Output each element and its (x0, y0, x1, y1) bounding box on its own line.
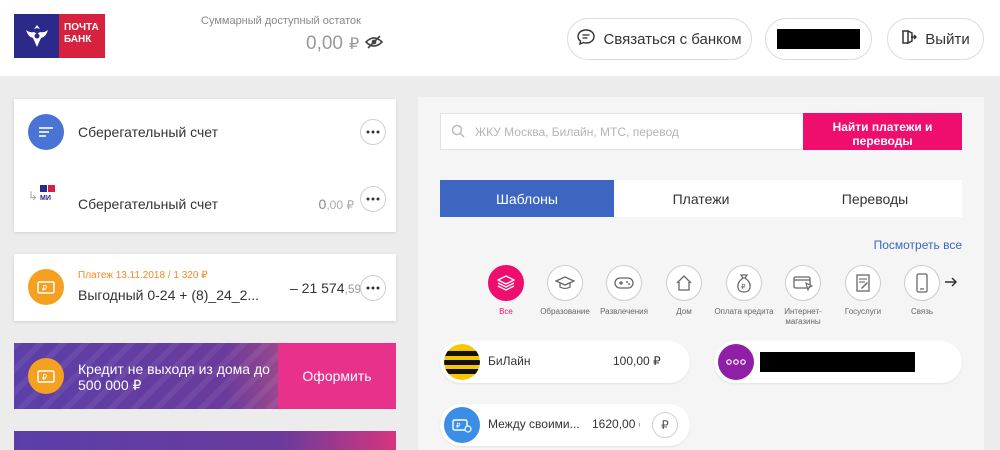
credit-name: Выгодный 0-24 + (8)_24_2... (78, 287, 260, 303)
beeline-logo-icon (444, 344, 480, 380)
account-more-button[interactable] (360, 186, 386, 212)
total-balance-value: 0,00 ₽ (306, 33, 384, 55)
savings-account-row[interactable]: Сберегательный счет (14, 99, 396, 165)
apply-button[interactable]: Оформить (278, 343, 396, 409)
redacted-template-name (760, 352, 915, 372)
account-balance-frac: ,00 ₽ (326, 198, 354, 212)
category-label: Интернет-магазины (784, 307, 822, 326)
category-entertainment[interactable]: Развлечения (593, 265, 655, 317)
find-payments-button[interactable]: Найти платежи и переводы (803, 113, 962, 150)
tab-templates[interactable]: Шаблоны (440, 180, 614, 217)
credit-product-card[interactable]: ₽ Платеж 13.11.2018 / 1 320 ₽ Выгодный 0… (14, 254, 396, 321)
tab-transfers[interactable]: Переводы (788, 180, 962, 217)
svg-text:₽: ₽ (42, 373, 47, 382)
credit-amount-int: – 21 574 (290, 280, 345, 296)
eye-hidden-icon[interactable] (365, 33, 384, 55)
sub-item-arrow-icon: ↳ (28, 189, 39, 203)
search-icon (451, 124, 467, 140)
category-label: Дом (676, 307, 692, 316)
account-name: Сберегательный счет (78, 124, 219, 140)
account-lines-icon (28, 114, 64, 150)
logout-icon (901, 29, 918, 49)
category-education[interactable]: Образование (534, 265, 596, 317)
logout-button[interactable]: Выйти (887, 18, 984, 60)
category-label: Оплата кредита (714, 307, 774, 316)
phone-icon (904, 265, 940, 301)
layers-icon (488, 265, 524, 301)
chat-bubble-icon (577, 29, 596, 49)
credit-promo-banner[interactable]: ₽ Кредит не выходя из дома до 500 000 ₽ … (14, 343, 396, 409)
graduation-cap-icon (547, 265, 583, 301)
pochta-bank-logo[interactable]: ПОЧТА БАНК (14, 14, 105, 58)
template-amount: 100,00 ₽ (613, 354, 661, 368)
category-list: Все Образование Развлечения Дом ₽ Оплата… (475, 265, 945, 335)
template-beeline[interactable]: БиЛайн 100,00 ₽ (440, 341, 690, 383)
logo-wordmark: ПОЧТА БАНК (59, 14, 105, 58)
balance-currency: ₽ (348, 36, 360, 53)
template-name: БиЛайн (488, 354, 531, 368)
category-online-shops[interactable]: Интернет-магазины (772, 265, 834, 327)
user-profile-button[interactable] (765, 18, 872, 60)
account-name: Сберегательный счет (78, 196, 219, 212)
category-label: Образование (540, 307, 590, 316)
document-pen-icon (845, 265, 881, 301)
gamepad-icon (606, 265, 642, 301)
promo-wallet-icon: ₽ (28, 358, 64, 394)
svg-text:₽: ₽ (42, 284, 47, 293)
savings-accounts-card: Сберегательный счет ↳ МИ Сберегательный … (14, 99, 396, 232)
contact-bank-label: Связаться с банком (603, 30, 742, 48)
template-name: Между своими... (488, 417, 580, 431)
sub-savings-account-row[interactable]: ↳ МИ Сберегательный счет 0,00 ₽ (14, 165, 396, 231)
house-icon (666, 265, 702, 301)
logo-line2: БАНК (64, 34, 92, 45)
next-payment-info: Платеж 13.11.2018 / 1 320 ₽ (78, 270, 208, 281)
card-cursor-icon (785, 265, 821, 301)
promo-text: Кредит не выходя из дома до 500 000 ₽ (78, 361, 270, 393)
balance-amount: 0,00 (306, 33, 343, 54)
payment-tabs: Шаблоны Платежи Переводы (440, 180, 962, 217)
category-label: Связь (910, 307, 934, 316)
template-amount: 1620,00 ₽ (592, 417, 640, 431)
payment-search-box: Найти платежи и переводы (440, 113, 962, 150)
see-all-link[interactable]: Посмотреть все (874, 238, 962, 252)
dots-icon (718, 344, 754, 380)
category-gov-services[interactable]: Госуслуги (832, 265, 894, 317)
svg-text:₽: ₽ (741, 283, 746, 291)
mir-card-logo-icon: МИ (40, 185, 64, 202)
money-bag-icon: ₽ (726, 265, 762, 301)
arrow-right-icon[interactable] (944, 275, 960, 291)
logo-line1: ПОЧТА (64, 22, 99, 33)
transfer-wallet-icon: ₽ (444, 407, 480, 443)
svg-text:₽: ₽ (456, 422, 461, 430)
category-loan-payment[interactable]: ₽ Оплата кредита (713, 265, 775, 317)
logout-label: Выйти (925, 30, 970, 48)
top-header: ПОЧТА БАНК Суммарный доступный остаток 0… (0, 0, 1000, 76)
template-own-transfer[interactable]: ₽ Между своими... 1620,00 ₽ ₽ (440, 404, 690, 446)
category-label: Все (499, 307, 513, 316)
category-home[interactable]: Дом (653, 265, 715, 317)
credit-wallet-icon: ₽ (28, 269, 64, 305)
account-more-button[interactable] (360, 119, 386, 145)
account-balance: 0,00 ₽ (319, 196, 354, 212)
credit-more-button[interactable] (360, 275, 386, 301)
pay-ruble-button[interactable]: ₽ (652, 412, 678, 438)
svg-text:МИ: МИ (40, 195, 51, 201)
category-all[interactable]: Все (475, 265, 537, 317)
contact-bank-button[interactable]: Связаться с банком (567, 18, 752, 60)
payments-panel: Найти платежи и переводы Шаблоны Платежи… (418, 97, 984, 450)
template-redacted[interactable] (714, 341, 962, 383)
total-balance-label: Суммарный доступный остаток (201, 15, 361, 27)
redacted-username (777, 29, 860, 49)
tab-payments[interactable]: Платежи (614, 180, 788, 217)
payment-search-input[interactable] (475, 114, 795, 149)
eagle-emblem-icon (14, 14, 59, 58)
second-promo-banner[interactable] (14, 431, 396, 450)
category-label: Развлечения (600, 307, 648, 316)
category-label: Госуслуги (844, 307, 882, 316)
